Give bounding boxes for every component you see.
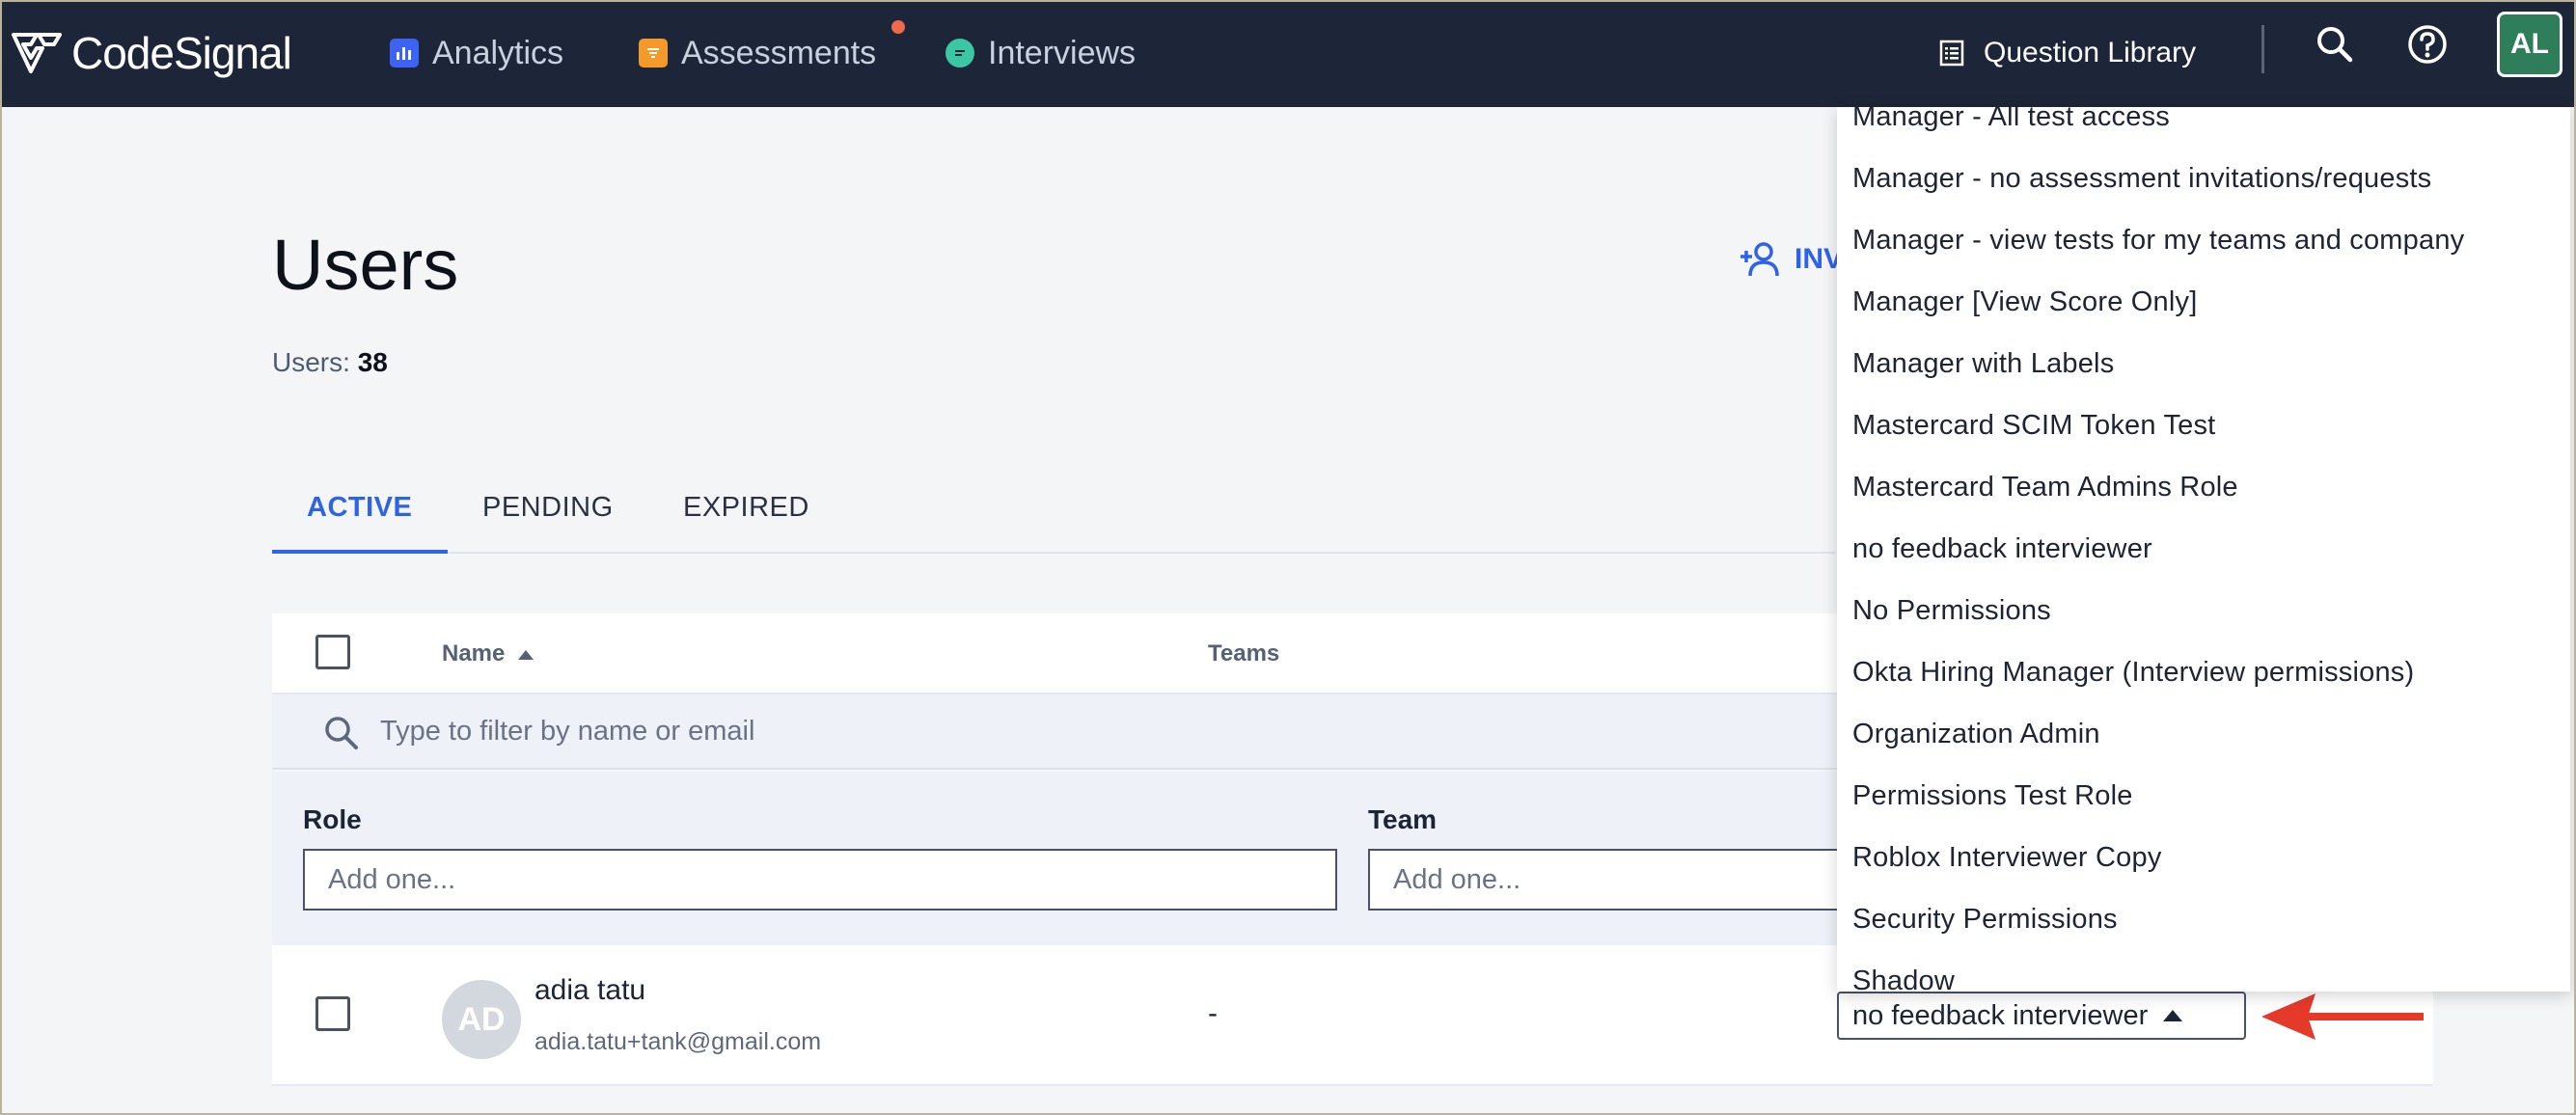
role-option[interactable]: Organization Admin [1852, 719, 2100, 750]
sort-ascending-icon [518, 649, 534, 660]
role-option[interactable]: Shadow [1852, 965, 1955, 992]
user-status-tabs: ACTIVE PENDING EXPIRED [272, 482, 1835, 554]
nav-interviews-label: Interviews [988, 34, 1137, 71]
role-dropdown-menu: Manager - All test access Manager - no a… [1837, 107, 2570, 992]
role-option-selected[interactable]: no feedback interviewer [1852, 533, 2152, 565]
notification-dot [891, 20, 905, 34]
select-all-checkbox[interactable] [315, 635, 350, 669]
user-avatar[interactable]: AL [2497, 12, 2562, 77]
question-library-link[interactable]: Question Library [1939, 24, 2196, 82]
name-email-filter-input[interactable] [380, 710, 1924, 752]
users-count-value: 38 [357, 347, 388, 377]
search-icon[interactable] [2314, 23, 2356, 66]
role-option[interactable]: Manager - All test access [1852, 107, 2170, 133]
tab-expired[interactable]: EXPIRED [683, 492, 809, 553]
bar-chart-icon [390, 39, 419, 68]
role-option[interactable]: Permissions Test Role [1852, 780, 2133, 812]
avatar: AD [442, 980, 521, 1059]
role-option[interactable]: Manager [View Score Only] [1852, 286, 2197, 318]
team-filter-label: Team [1368, 804, 1438, 834]
role-option[interactable]: Manager - view tests for my teams and co… [1852, 225, 2464, 257]
logo-text: CodeSignal [71, 28, 292, 78]
tab-active[interactable]: ACTIVE [307, 492, 412, 553]
nav-analytics-label: Analytics [432, 34, 564, 71]
role-option[interactable]: No Permissions [1852, 595, 2051, 627]
nav-analytics[interactable]: Analytics [390, 24, 563, 82]
name-column-label: Name [442, 640, 506, 666]
active-tab-indicator [272, 550, 448, 554]
search-icon [325, 717, 358, 749]
row-select-checkbox[interactable] [315, 996, 350, 1031]
user-email: adia.tatu+tank@gmail.com [534, 1028, 822, 1055]
user-teams: - [1208, 997, 1218, 1029]
name-column-header[interactable]: Name [442, 640, 534, 667]
question-library-label: Question Library [1984, 37, 2197, 68]
codesignal-logo-icon [12, 33, 62, 73]
nav-interviews[interactable]: Interviews [945, 24, 1136, 82]
invite-users-button[interactable]: INV [1739, 241, 1843, 278]
library-icon [1939, 40, 1964, 67]
role-select[interactable]: no feedback interviewer [1837, 992, 2246, 1040]
caret-up-icon [2163, 1010, 2183, 1021]
nav-assessments[interactable]: Assessments [639, 20, 905, 82]
add-user-icon [1740, 242, 1779, 277]
codesignal-logo[interactable]: CodeSignal [10, 19, 292, 87]
chat-bubble-icon [945, 39, 974, 68]
role-option[interactable]: Mastercard Team Admins Role [1852, 472, 2238, 503]
nav-divider [2261, 25, 2264, 73]
role-option[interactable]: Manager with Labels [1852, 348, 2114, 380]
tab-pending[interactable]: PENDING [482, 492, 614, 553]
nav-assessments-label: Assessments [681, 34, 877, 71]
role-select-value: no feedback interviewer [1852, 999, 2149, 1031]
role-option[interactable]: Security Permissions [1852, 904, 2118, 936]
assessment-icon [639, 39, 668, 68]
teams-column-header[interactable]: Teams [1208, 640, 1279, 667]
role-option[interactable]: Mastercard SCIM Token Test [1852, 410, 2215, 442]
annotation-arrow-icon [2261, 993, 2424, 1040]
help-icon[interactable] [2406, 23, 2449, 66]
users-count: Users: 38 [272, 347, 388, 378]
user-name[interactable]: adia tatu [534, 974, 645, 1007]
top-navigation-bar: CodeSignal Analytics Assessments Intervi… [0, 0, 2576, 107]
role-filter-label: Role [303, 804, 362, 834]
role-filter-input[interactable] [303, 849, 1337, 911]
users-count-label: Users: [272, 347, 350, 377]
page-title: Users [272, 225, 459, 305]
role-option[interactable]: Okta Hiring Manager (Interview permissio… [1852, 657, 2414, 689]
role-option[interactable]: Manager - no assessment invitations/requ… [1852, 163, 2431, 195]
role-option[interactable]: Roblox Interviewer Copy [1852, 842, 2162, 874]
invite-users-label: INV [1795, 243, 1844, 275]
